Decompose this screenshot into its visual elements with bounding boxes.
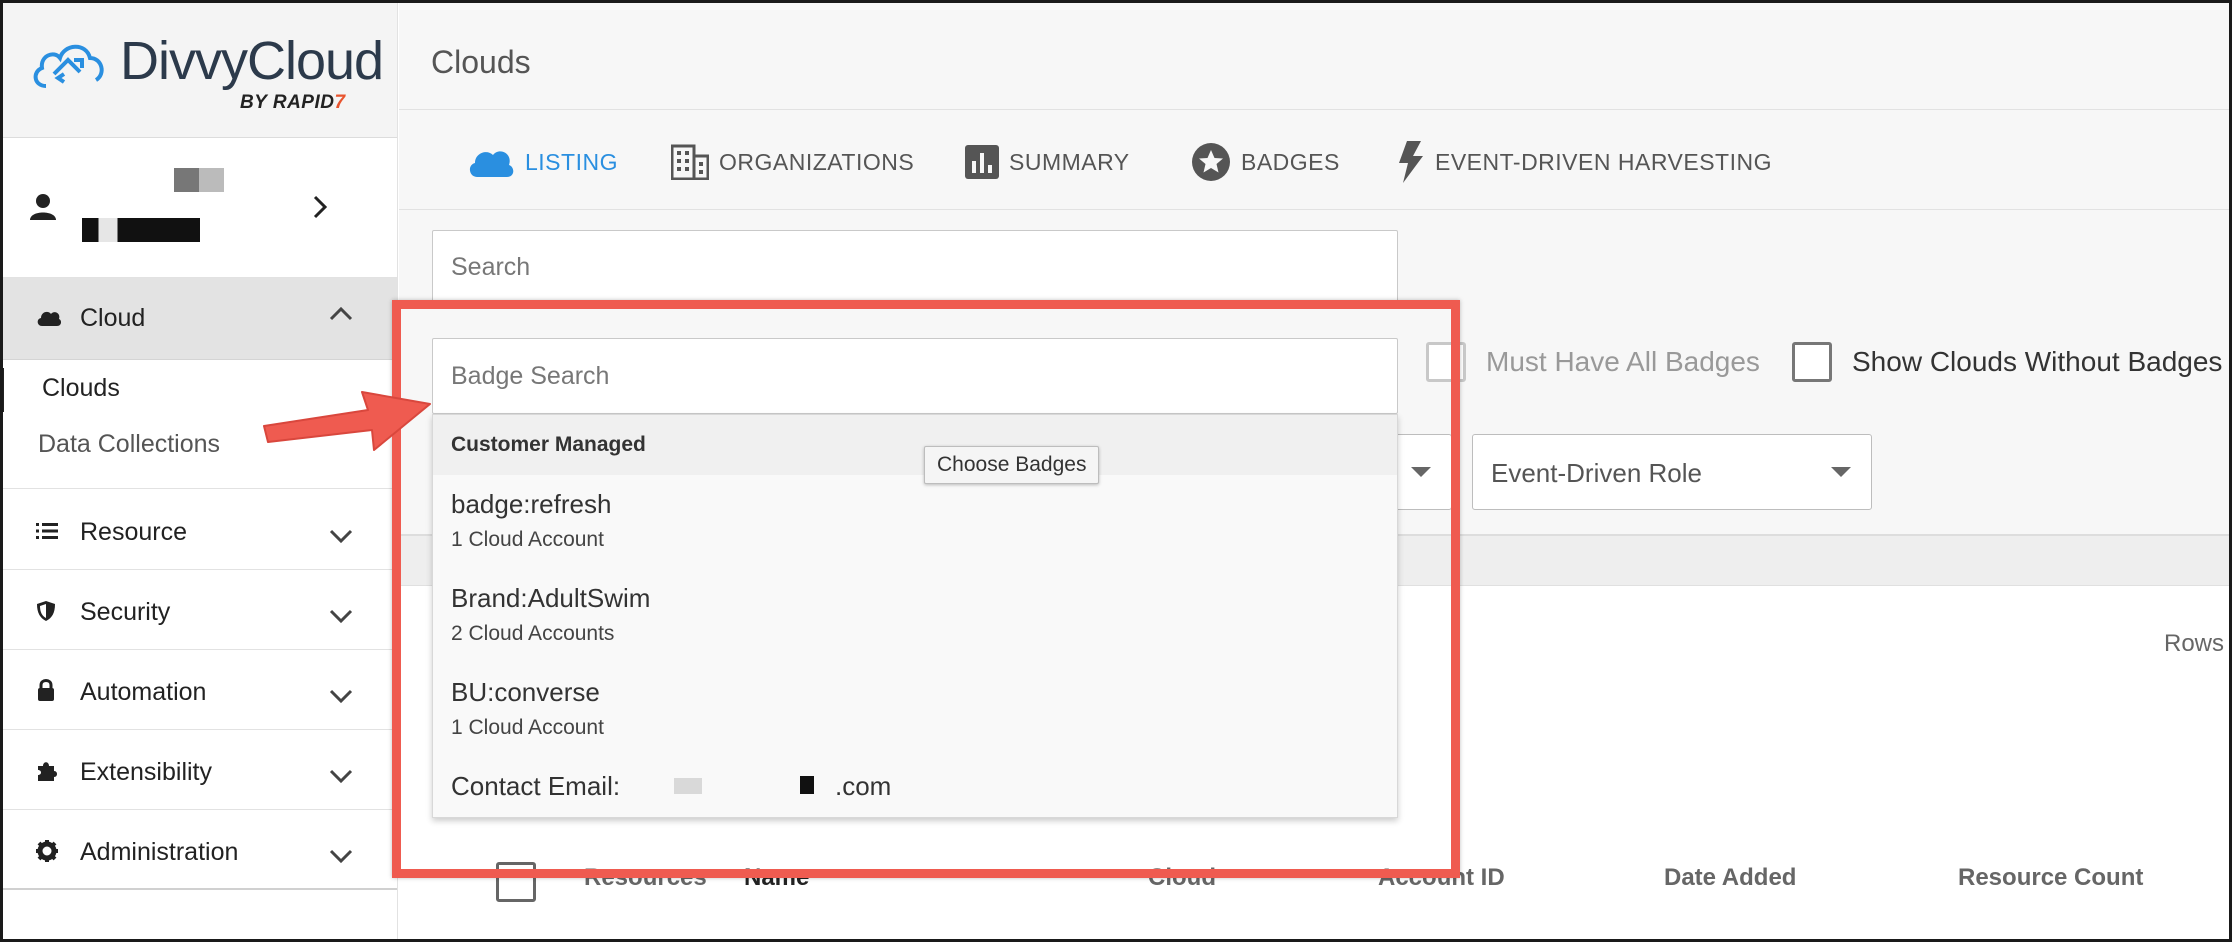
badge-dropdown: Customer Managed badge:refresh 1 Cloud A… (432, 414, 1398, 818)
top-bar: Clouds (399, 0, 2232, 110)
sidebar-item-cloud[interactable]: Cloud (0, 278, 397, 360)
column-header-cloud[interactable]: Cloud (1148, 864, 1216, 892)
dropdown-item-subtitle: 2 Cloud Accounts (451, 622, 615, 645)
tab-label: EVENT-DRIVEN HARVESTING (1435, 148, 1772, 175)
cloud-icon (467, 145, 515, 179)
column-header-resources[interactable]: Resources (584, 864, 707, 892)
search-input[interactable]: Search (432, 230, 1398, 304)
dropdown-item-title: badge:refresh (451, 489, 612, 519)
shield-icon (36, 600, 56, 627)
tab-bar: LISTING ORGANIZATIONS SUMMARY BADGES EVE… (399, 110, 2232, 210)
brand-name: DivvyCloud (120, 31, 384, 91)
column-header-date-added[interactable]: Date Added (1664, 864, 1796, 892)
must-have-all-badges-checkbox[interactable]: Must Have All Badges (1426, 340, 1760, 384)
building-icon (671, 144, 709, 180)
event-driven-role-select[interactable]: Event-Driven Role (1472, 434, 1872, 510)
checkbox[interactable] (1426, 342, 1466, 382)
tab-summary[interactable]: SUMMARY (965, 140, 1130, 184)
chevron-right-icon[interactable] (312, 194, 328, 225)
list-icon (36, 522, 58, 545)
sidebar-item-security[interactable]: Security (0, 570, 397, 650)
checkbox-label: Show Clouds Without Badges (1852, 346, 2223, 377)
brand-byline: BY RAPID7 (240, 92, 346, 114)
brand-rapid: RAPID (272, 92, 335, 113)
badge-search-input[interactable]: Badge Search (432, 338, 1398, 414)
dropdown-item[interactable]: Brand:AdultSwim 2 Cloud Accounts (451, 583, 650, 646)
show-clouds-without-badges-checkbox[interactable]: Show Clouds Without Badges (1792, 340, 2222, 384)
dropdown-item-title: Brand:AdultSwim (451, 583, 651, 613)
brand-by: BY (240, 92, 268, 113)
select-value: Event-Driven Role (1491, 458, 1702, 488)
choose-badges-tooltip: Choose Badges (924, 446, 1100, 484)
chevron-down-icon[interactable] (328, 608, 354, 629)
column-header-account-id[interactable]: Account ID (1378, 864, 1505, 892)
tab-badges[interactable]: BADGES (1191, 140, 1340, 184)
page-title: Clouds (431, 44, 531, 80)
star-badge-icon (1191, 142, 1231, 182)
sidebar-item-label: Cloud (80, 304, 146, 332)
sidebar-item-automation[interactable]: Automation (0, 650, 397, 730)
tab-label: LISTING (525, 148, 618, 175)
sidebar-item-administration[interactable]: Administration (0, 810, 397, 890)
dropdown-item[interactable]: badge:refresh 1 Cloud Account (451, 489, 611, 552)
sidebar-item-label: Security (80, 598, 171, 626)
sidebar-item-extensibility[interactable]: Extensibility (0, 730, 397, 810)
sidebar-item-resource[interactable]: Resource (0, 490, 397, 570)
caret-down-icon (1411, 467, 1431, 477)
cloud-icon (36, 308, 62, 333)
redacted-org (82, 218, 200, 242)
sidebar-subitem-label: Clouds (42, 374, 120, 402)
lightning-icon (1397, 141, 1425, 183)
chevron-up-icon[interactable] (328, 306, 354, 327)
caret-down-icon (1831, 467, 1851, 477)
bar-chart-icon (965, 145, 999, 179)
brand-seven: 7 (334, 92, 346, 113)
dropdown-item-subtitle: 1 Cloud Account (451, 716, 604, 739)
sidebar-subitem-label: Data Collections (38, 430, 221, 458)
dropdown-item-title: Contact Email: (451, 771, 621, 801)
sidebar-item-label: Automation (80, 678, 207, 706)
tab-listing[interactable]: LISTING (467, 140, 618, 184)
chevron-down-icon[interactable] (328, 688, 354, 709)
dropdown-item-subtitle: 1 Cloud Account (451, 528, 604, 551)
puzzle-icon (36, 760, 58, 787)
dropdown-item-title: BU:converse (451, 677, 600, 707)
sidebar: DivvyCloud BY RAPID7 Cloud Clouds Data C… (0, 0, 398, 942)
dropdown-group-header: Customer Managed (433, 415, 1397, 475)
checkbox-label: Must Have All Badges (1486, 346, 1760, 377)
user-icon (28, 192, 58, 227)
redacted-email-part (800, 776, 814, 794)
gear-icon (36, 840, 58, 867)
user-profile-row[interactable] (0, 138, 397, 278)
dropdown-item-title-suffix: .com (835, 771, 892, 801)
chevron-down-icon[interactable] (328, 768, 354, 789)
tab-organizations[interactable]: ORGANIZATIONS (671, 140, 914, 184)
logo-area: DivvyCloud BY RAPID7 (0, 0, 397, 138)
column-header-name[interactable]: Name (744, 864, 809, 892)
divider (0, 488, 397, 489)
sidebar-item-label: Administration (80, 838, 239, 866)
dropdown-item-contact-email[interactable]: Contact Email: .com (451, 771, 1351, 802)
divvycloud-logo-icon (28, 34, 108, 99)
tab-label: SUMMARY (1009, 148, 1130, 175)
sidebar-item-label: Resource (80, 518, 187, 546)
redacted-username (174, 168, 224, 192)
redacted-email-part (674, 778, 702, 794)
lock-icon (36, 678, 56, 707)
select-all-checkbox[interactable] (496, 862, 536, 902)
rows-per-page-label: Rows p (2164, 630, 2232, 657)
dropdown-item[interactable]: BU:converse 1 Cloud Account (451, 677, 604, 740)
column-header-resource-count[interactable]: Resource Count (1958, 864, 2143, 892)
annotation-arrow-icon (258, 376, 438, 461)
chevron-down-icon[interactable] (328, 848, 354, 869)
sidebar-item-label: Extensibility (80, 758, 212, 786)
tab-event-driven-harvesting[interactable]: EVENT-DRIVEN HARVESTING (1397, 140, 1772, 184)
chevron-down-icon[interactable] (328, 528, 354, 549)
checkbox[interactable] (1792, 342, 1832, 382)
tab-label: BADGES (1241, 148, 1340, 175)
tab-label: ORGANIZATIONS (719, 148, 915, 175)
